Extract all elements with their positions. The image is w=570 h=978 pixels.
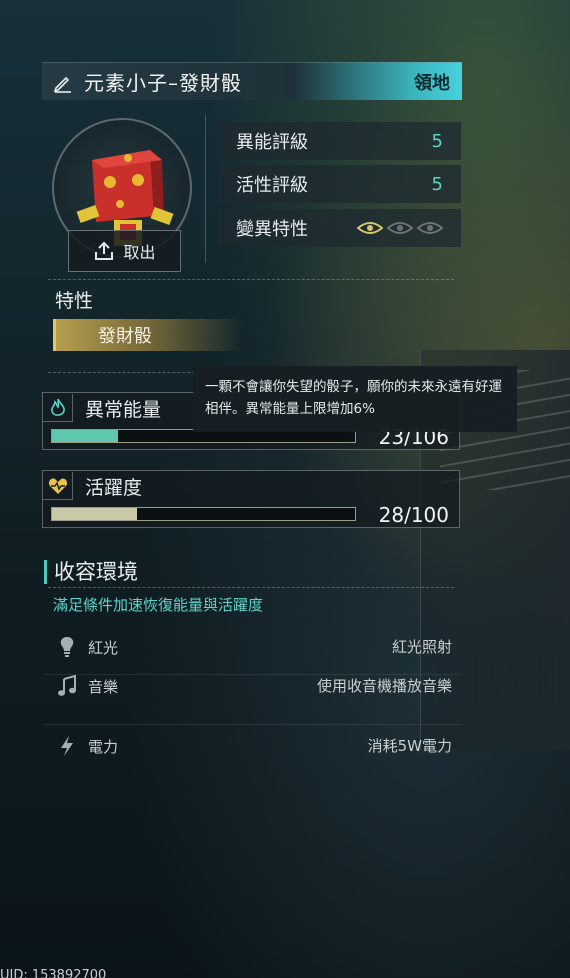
traits-heading: 特性 <box>55 290 94 312</box>
eye-icon-inactive <box>387 222 413 234</box>
trait-chip-lucky-dice[interactable]: 發財骰 <box>53 319 243 351</box>
creature-header: 元素小子–發財骰 領地 <box>42 62 462 100</box>
vitality-box: 活躍度 28/100 <box>42 470 460 528</box>
energy-bar-fill <box>52 430 118 442</box>
row-divider <box>44 724 462 725</box>
env-desc: 使用收音機播放音樂 <box>316 676 452 695</box>
heart-pulse-icon <box>43 472 73 500</box>
user-id: UID: 153892700 <box>0 968 107 978</box>
stat-value: 5 <box>431 173 443 195</box>
stat-label: 變異特性 <box>236 219 308 240</box>
environment-subtitle: 滿足條件加速恢復能量與活躍度 <box>53 596 264 614</box>
flame-icon <box>43 394 73 422</box>
eye-icon-inactive <box>417 222 443 234</box>
edit-icon[interactable] <box>52 71 74 93</box>
vitality-value: 28/100 <box>378 503 449 527</box>
upload-icon <box>95 241 114 260</box>
vitality-bar-fill <box>52 508 137 520</box>
environment-heading: 收容環境 <box>44 560 138 584</box>
stat-label: 活性評級 <box>236 175 308 196</box>
section-divider <box>48 587 454 588</box>
mutation-eyes[interactable] <box>357 221 443 235</box>
divider <box>205 115 206 263</box>
take-out-button[interactable]: 取出 <box>68 230 181 272</box>
eye-icon-active <box>357 222 383 234</box>
environment-row-power: 電力 消耗5W電力 <box>44 735 462 757</box>
stat-value: 5 <box>431 130 443 152</box>
environment-row-music: 音樂 使用收音機播放音樂 <box>44 675 462 697</box>
section-divider <box>48 279 454 280</box>
env-name: 紅光 <box>88 638 119 657</box>
creature-name[interactable]: 元素小子–發財骰 <box>84 67 414 96</box>
env-desc: 消耗5W電力 <box>367 736 452 755</box>
vitality-label: 活躍度 <box>85 476 143 499</box>
vitality-bar <box>51 507 356 521</box>
env-name: 音樂 <box>88 677 119 696</box>
music-icon <box>54 675 80 697</box>
env-name: 電力 <box>88 737 119 756</box>
bulb-icon <box>54 636 80 658</box>
territory-tag[interactable]: 領地 <box>414 69 450 95</box>
lightning-icon <box>54 735 80 757</box>
trait-tooltip: 一顆不會讓你失望的骰子，願你的未來永遠有好運相伴。異常能量上限增加6% <box>193 366 517 432</box>
env-desc: 紅光照射 <box>391 637 452 656</box>
creature-detail-panel: 元素小子–發財骰 領地 取出 異能評級 5 活性評級 5 變異特性 特性 發財骰… <box>0 0 570 978</box>
take-out-label: 取出 <box>123 243 156 262</box>
energy-label: 異常能量 <box>85 398 162 421</box>
stat-label: 異能評級 <box>236 132 308 153</box>
stat-activity-rating: 活性評級 5 <box>218 165 461 203</box>
environment-row-red-light: 紅光 紅光照射 <box>44 636 462 658</box>
stat-mutation-trait: 變異特性 <box>218 209 461 247</box>
stat-ability-rating: 異能評級 5 <box>218 122 461 160</box>
